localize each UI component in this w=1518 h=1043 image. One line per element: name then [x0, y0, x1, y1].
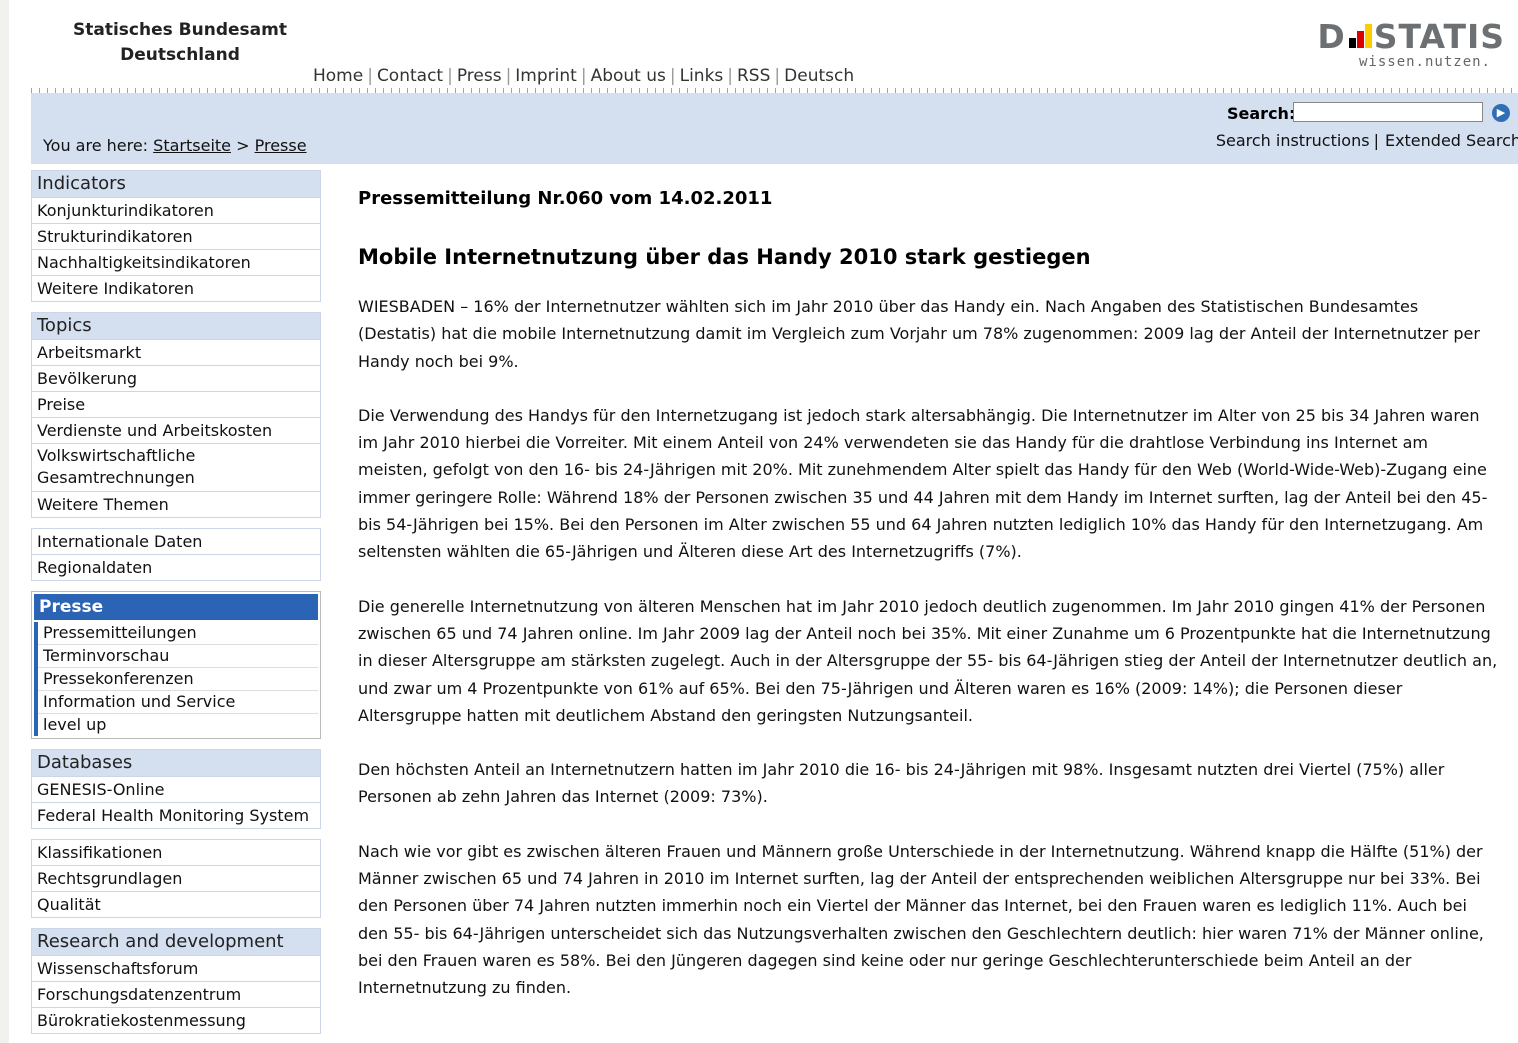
header-band: You are here: Startseite > Presse Search… [31, 93, 1518, 164]
article-paragraph-5: Nach wie vor gibt es zwischen älteren Fr… [358, 841, 1484, 998]
article: Pressemitteilung Nr.060 vom 14.02.2011 M… [358, 180, 1498, 1002]
sidebar-item-nachhaltigkeitsindikatoren[interactable]: Nachhaltigkeitsindikatoren [32, 249, 320, 275]
logo-tagline: wissen.nutzen. [1358, 54, 1491, 70]
sidebar-item-arbeitsmarkt[interactable]: Arbeitsmarkt [32, 339, 320, 365]
arrow-right-circle-icon[interactable]: ▶ [1492, 104, 1510, 122]
sidebar-item-verdienste[interactable]: Verdienste und Arbeitskosten [32, 417, 320, 443]
sidebar-item-klassifikationen[interactable]: Klassifikationen [32, 840, 320, 865]
sidebar-indicators: Indicators Konjunkturindikatoren Struktu… [31, 170, 321, 302]
sidebar-item-strukturindikatoren[interactable]: Strukturindikatoren [32, 223, 320, 249]
sidebar-item-terminvorschau[interactable]: Terminvorschau [38, 645, 318, 668]
flag-bars-icon [1347, 24, 1373, 48]
search-label: Search: [1227, 104, 1296, 123]
destatis-logo[interactable]: D STATIS wissen.nutzen. [1299, 18, 1505, 74]
sidebar-heading-research[interactable]: Research and development [32, 929, 320, 955]
breadcrumb-presse[interactable]: Presse [255, 136, 307, 155]
sidebar-heading-presse[interactable]: Presse [34, 594, 318, 620]
sidebar-item-internationale-daten[interactable]: Internationale Daten [32, 529, 320, 554]
article-paragraph-4: Den höchsten Anteil an Internetnutzern h… [358, 760, 1445, 807]
breadcrumb: You are here: Startseite > Presse [43, 136, 307, 155]
sidebar-item-konjunkturindikatoren[interactable]: Konjunkturindikatoren [32, 197, 320, 223]
sidebar-item-vgr[interactable]: Volkswirtschaftliche Gesamtrechnungen [32, 443, 320, 491]
nav-home[interactable]: Home [313, 66, 363, 86]
org-name-line2: Deutschland [120, 45, 240, 65]
sidebar-item-weitere-indikatoren[interactable]: Weitere Indikatoren [32, 275, 320, 301]
search-input[interactable] [1293, 102, 1483, 122]
nav-press[interactable]: Press [457, 66, 502, 86]
sidebar-item-rechtsgrundlagen[interactable]: Rechtsgrundlagen [32, 865, 320, 891]
article-paragraph-3: Die generelle Internetnutzung von ältere… [358, 596, 1498, 725]
sidebar-item-forschungsdatenzentrum[interactable]: Forschungsdatenzentrum [32, 981, 320, 1007]
sidebar-item-bevoelkerung[interactable]: Bevölkerung [32, 365, 320, 391]
nav-rss[interactable]: RSS [737, 66, 770, 86]
article-headline: Mobile Internetnutzung über das Handy 20… [358, 245, 1091, 269]
sidebar-item-buerokratiekostenmessung[interactable]: Bürokratiekostenmessung [32, 1007, 320, 1033]
sidebar-research: Research and development Wissenschaftsfo… [31, 928, 321, 1034]
nav-deutsch[interactable]: Deutsch [784, 66, 854, 86]
org-name: Statisches Bundesamt Deutschland [35, 18, 325, 68]
sidebar-misc: Klassifikationen Rechtsgrundlagen Qualit… [31, 839, 321, 918]
sidebar-heading-databases[interactable]: Databases [32, 750, 320, 776]
nav-links[interactable]: Links [680, 66, 724, 86]
nav-about-us[interactable]: About us [591, 66, 666, 86]
search-links: Search instructions | Extended Search [1216, 131, 1518, 150]
sidebar-item-preise[interactable]: Preise [32, 391, 320, 417]
article-paragraph-1: WIESBADEN – 16% der Internetnutzer wählt… [358, 297, 1480, 371]
sidebar-item-genesis-online[interactable]: GENESIS-Online [32, 776, 320, 802]
sidebar-data-links: Internationale Daten Regionaldaten [31, 528, 321, 581]
logo-wordmark: D STATIS [1317, 17, 1505, 56]
extended-search-link[interactable]: Extended Search [1385, 131, 1518, 150]
sidebar: Indicators Konjunkturindikatoren Struktu… [31, 170, 321, 1043]
nav-imprint[interactable]: Imprint [515, 66, 577, 86]
sidebar-item-pressemitteilungen[interactable]: Pressemitteilungen [38, 622, 318, 645]
sidebar-presse: Presse Pressemitteilungen Terminvorschau… [31, 591, 321, 739]
sidebar-heading-indicators[interactable]: Indicators [32, 171, 320, 197]
article-paragraph-2: Die Verwendung des Handys für den Intern… [358, 405, 1488, 562]
search-instructions-link[interactable]: Search instructions [1216, 131, 1370, 150]
sidebar-item-level-up[interactable]: level up [38, 714, 318, 736]
sidebar-item-regionaldaten[interactable]: Regionaldaten [32, 554, 320, 580]
nav-contact[interactable]: Contact [377, 66, 443, 86]
page: Statisches Bundesamt Deutschland D STATIS… [9, 0, 1518, 1043]
press-release-number: Pressemitteilung Nr.060 vom 14.02.2011 [358, 188, 773, 209]
sidebar-item-information-service[interactable]: Information und Service [38, 691, 318, 714]
sidebar-item-weitere-themen[interactable]: Weitere Themen [32, 491, 320, 517]
org-name-line1: Statisches Bundesamt [73, 20, 287, 40]
sidebar-presse-list: Pressemitteilungen Terminvorschau Presse… [34, 622, 318, 736]
sidebar-databases: Databases GENESIS-Online Federal Health … [31, 749, 321, 829]
sidebar-item-pressekonferenzen[interactable]: Pressekonferenzen [38, 668, 318, 691]
top-nav: Home | Contact | Press | Imprint | About us | Link… [313, 66, 855, 86]
sidebar-heading-topics[interactable]: Topics [32, 313, 320, 339]
sidebar-topics: Topics Arbeitsmarkt Bevölkerung Preise V… [31, 312, 321, 518]
sidebar-item-gbe[interactable]: Federal Health Monitoring System [32, 802, 320, 828]
sidebar-item-qualitaet[interactable]: Qualität [32, 891, 320, 917]
sidebar-item-wissenschaftsforum[interactable]: Wissenschaftsforum [32, 955, 320, 981]
breadcrumb-startseite[interactable]: Startseite [153, 136, 231, 155]
